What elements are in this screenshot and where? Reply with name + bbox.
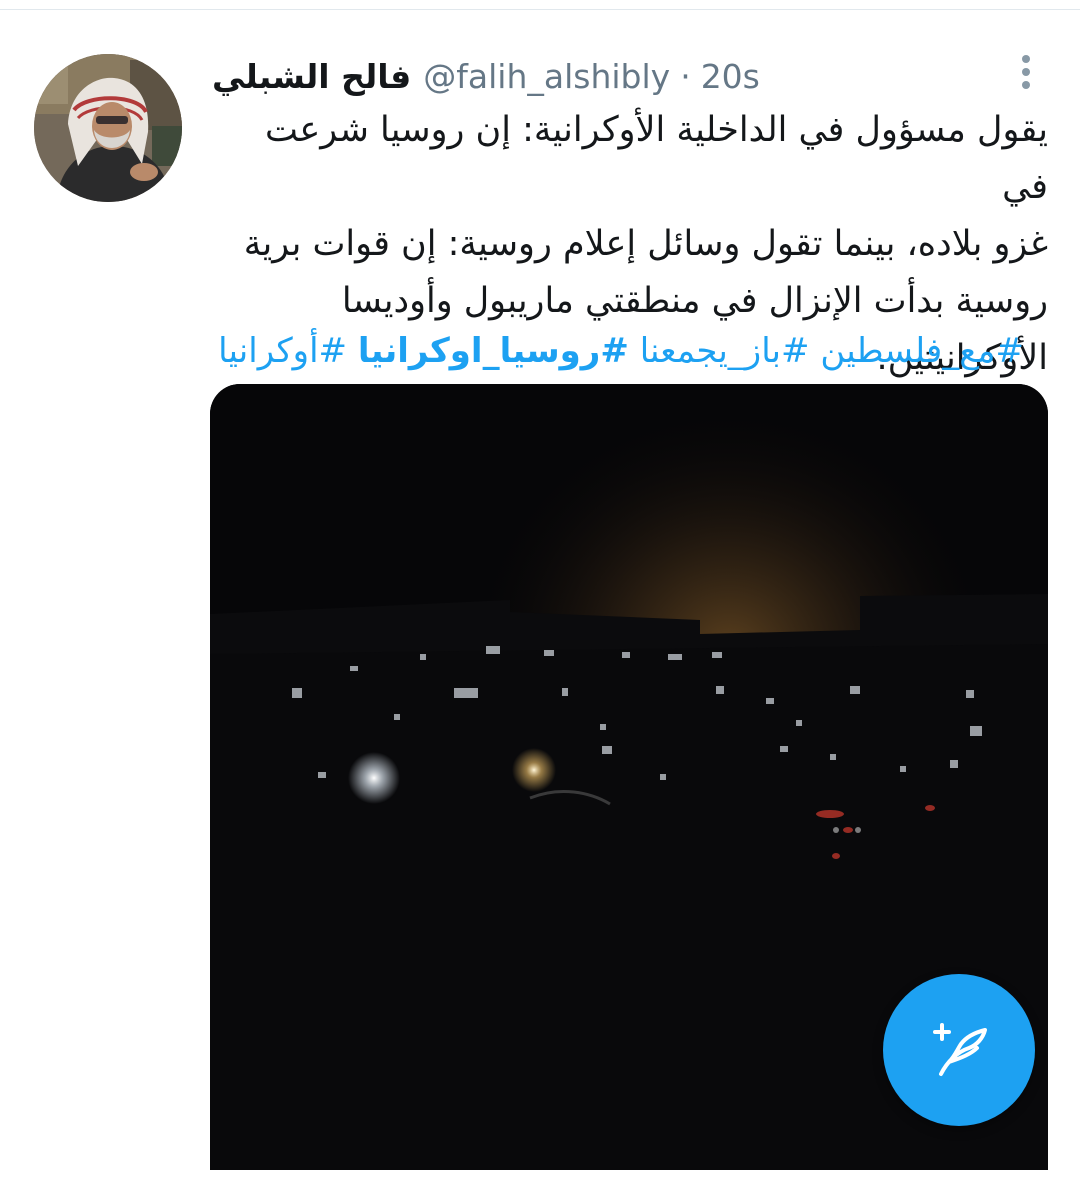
separator-dot: · (680, 56, 691, 96)
more-vertical-icon (1022, 55, 1030, 89)
hashtag-link[interactable]: #أوكرانيا (218, 331, 347, 371)
hashtag-link[interactable]: #مع_فلسطين (820, 331, 1024, 371)
hashtag-link[interactable]: #باز_يجمعنا (640, 331, 810, 371)
tweet-text-line: روسية بدأت الإنزال في منطقتي ماريبول وأو… (341, 281, 1048, 321)
timestamp[interactable]: 20s (701, 57, 760, 96)
display-name[interactable]: فالح الشبلي (212, 57, 411, 96)
tweet-text-line: غزو بلاده، بينما تقول وسائل إعلام روسية:… (243, 224, 1048, 264)
hashtag-list: #مع_فلسطين #باز_يجمعنا #روسيا_اوكرانيا #… (212, 326, 1024, 376)
compose-tweet-icon (933, 1023, 987, 1076)
tweet-text-line: يقول مسؤول في الداخلية الأوكرانية: إن رو… (265, 110, 1048, 207)
compose-tweet-button[interactable] (883, 974, 1035, 1126)
hashtag-link[interactable]: #روسيا_اوكرانيا (358, 331, 629, 371)
more-button[interactable] (1006, 50, 1046, 94)
tweet[interactable]: فالح الشبلي @falih_alshibly · 20s يقول م… (0, 10, 1080, 1186)
avatar-photo (34, 54, 182, 202)
avatar[interactable] (34, 54, 182, 202)
tweet-header: فالح الشبلي @falih_alshibly · 20s (212, 54, 760, 98)
user-handle[interactable]: @falih_alshibly (423, 57, 670, 96)
